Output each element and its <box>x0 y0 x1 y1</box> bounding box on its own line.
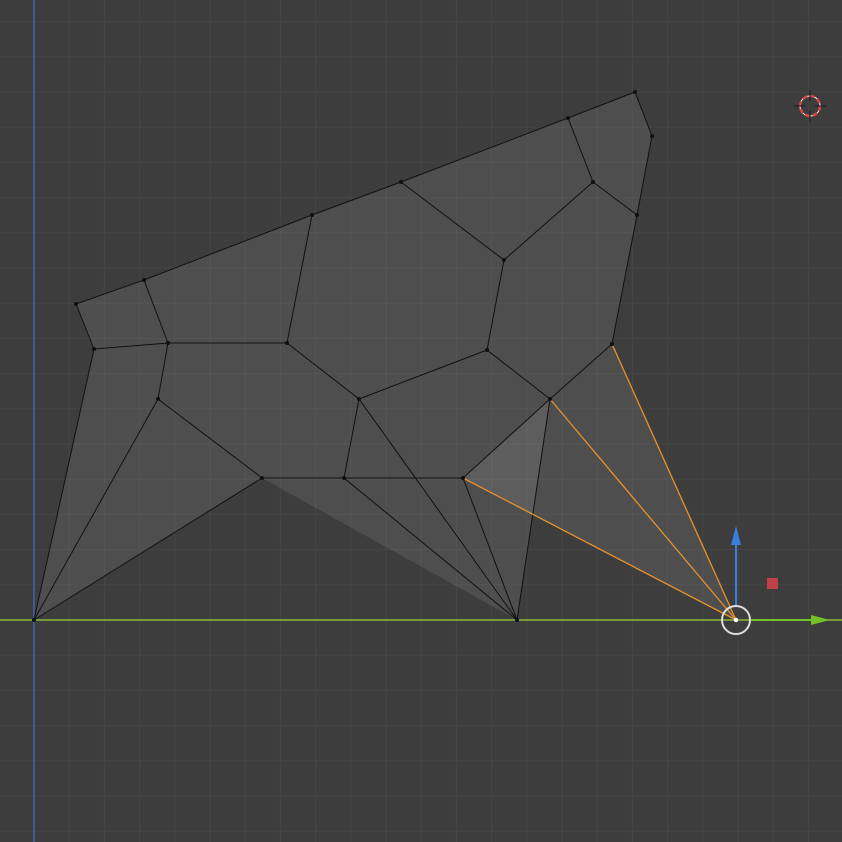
mesh-vertex[interactable] <box>342 476 346 480</box>
mesh-vertex[interactable] <box>142 278 146 282</box>
mesh-vertex[interactable] <box>515 618 519 622</box>
selected-vertex[interactable] <box>733 617 739 623</box>
mesh-vertex[interactable] <box>485 348 489 352</box>
gizmo-x-arrow-icon[interactable] <box>811 615 830 625</box>
gizmo-xz-plane-handle[interactable] <box>767 578 778 589</box>
gizmo-z-arrow-icon[interactable] <box>731 526 741 545</box>
mesh-vertex[interactable] <box>548 397 552 401</box>
mesh-vertex[interactable] <box>610 342 614 346</box>
mesh-vertex[interactable] <box>166 341 170 345</box>
3d-cursor-icon[interactable] <box>794 90 826 122</box>
mesh-face[interactable] <box>144 215 312 343</box>
mesh-vertex[interactable] <box>502 258 506 262</box>
mesh-vertex[interactable] <box>260 476 264 480</box>
mesh-vertex[interactable] <box>650 134 654 138</box>
mesh-vertex[interactable] <box>566 116 570 120</box>
mesh-vertex[interactable] <box>32 618 36 622</box>
mesh-vertex[interactable] <box>74 302 78 306</box>
mesh-vertex[interactable] <box>633 90 637 94</box>
mesh-vertex[interactable] <box>591 180 595 184</box>
mesh-vertex[interactable] <box>635 213 639 217</box>
mesh-vertex[interactable] <box>310 213 314 217</box>
mesh-vertex[interactable] <box>285 341 289 345</box>
mesh-vertex[interactable] <box>461 476 465 480</box>
viewport-canvas[interactable] <box>0 0 842 842</box>
3d-viewport[interactable] <box>0 0 842 842</box>
mesh-vertex[interactable] <box>357 397 361 401</box>
mesh-vertex[interactable] <box>156 397 160 401</box>
mesh-vertex[interactable] <box>399 180 403 184</box>
mesh-vertex[interactable] <box>92 347 96 351</box>
